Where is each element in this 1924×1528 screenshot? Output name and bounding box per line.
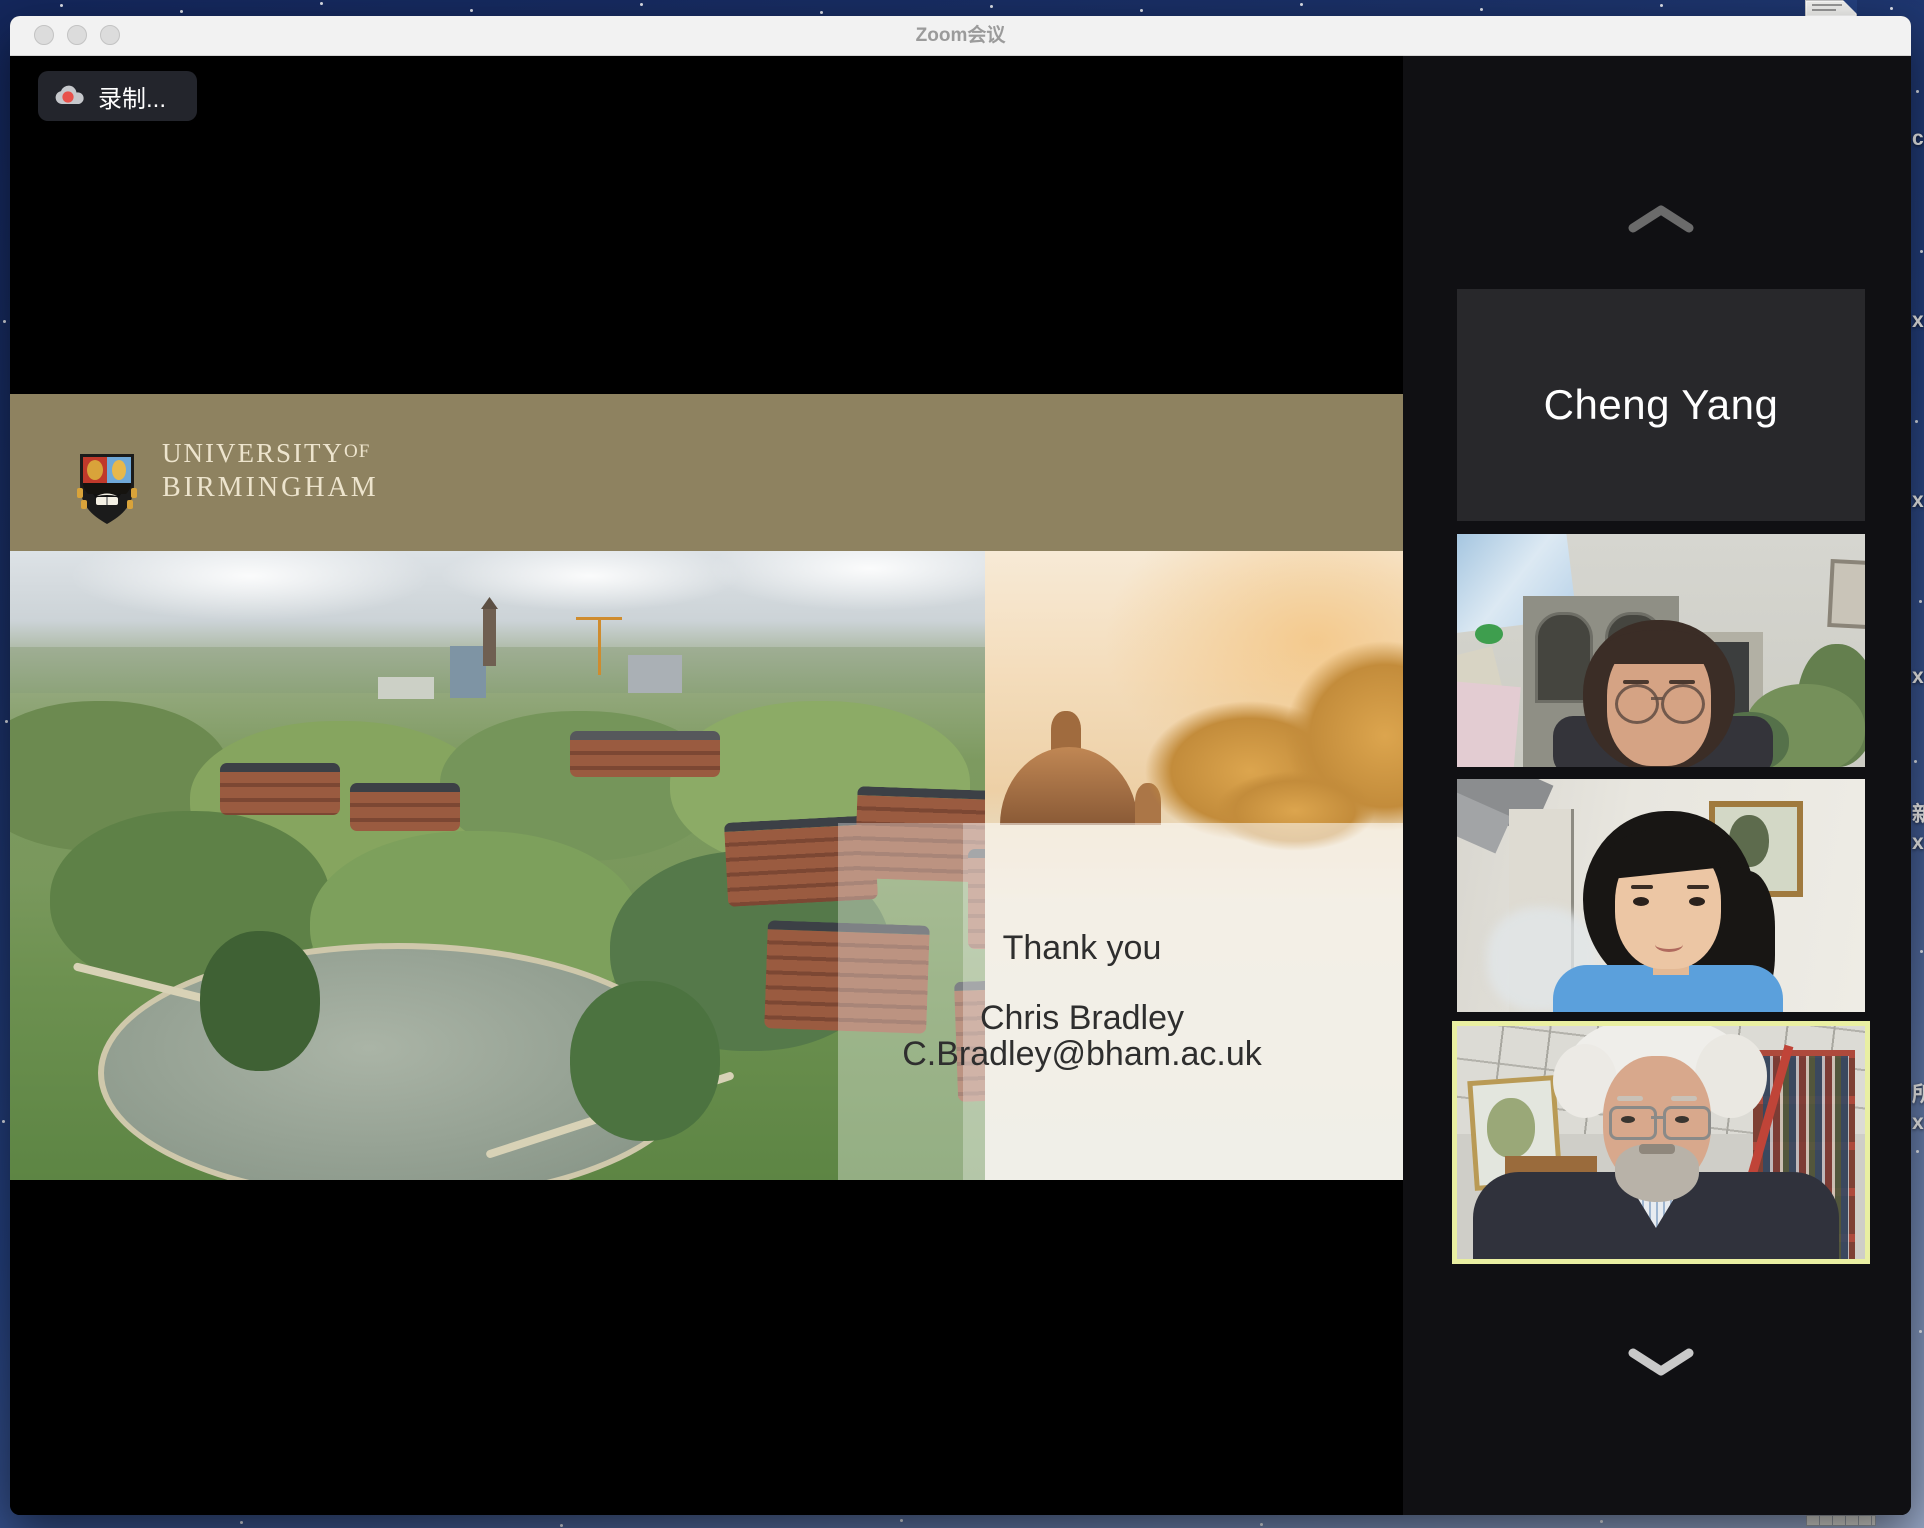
university-crest-icon [75,450,139,528]
slide-banner: UNIVERSITYOF BIRMINGHAM [10,394,1403,551]
scroll-down-button[interactable] [1626,1346,1696,1378]
participant-tile-cheng-yang[interactable]: Cheng Yang [1457,289,1865,521]
participant-video-tile[interactable] [1457,534,1865,767]
desktop-label-fragment: c [1912,128,1924,150]
desktop-label-fragment: x [1912,310,1924,332]
shared-screen-area: 录制... [10,56,1403,1515]
desktop: c x x x 新 x 所 x Zoom会议 录制... [0,0,1924,1528]
participants-panel: Cheng Yang [1403,56,1911,1515]
desktop-label-fragment: x [1912,666,1924,688]
desktop-label-fragment: x [1912,1112,1924,1134]
chevron-down-icon [1626,1346,1696,1378]
window-title: Zoom会议 [10,16,1911,55]
participant-video [1457,779,1865,1012]
campus-photo: Thank you Chris Bradley C.Bradley@bham.a… [10,551,1403,1180]
participant-video-tile[interactable] [1457,779,1865,1012]
desktop-label-fragment: 所 [1912,1084,1924,1106]
participant-name: Cheng Yang [1544,381,1779,429]
scroll-up-button[interactable] [1626,203,1696,235]
presenter-name: Chris Bradley [858,1000,1306,1036]
desktop-label-fragment: x [1912,832,1924,854]
file-icon-text-line [1812,9,1836,11]
presenter-email: C.Bradley@bham.ac.uk [858,1036,1306,1072]
background-window-fragment [1806,1515,1876,1526]
zoom-meeting-window: Zoom会议 录制... [10,16,1911,1515]
thank-you-text: Thank you [858,930,1306,966]
desktop-file-icon[interactable] [1805,0,1857,17]
recording-indicator[interactable]: 录制... [38,71,197,121]
university-wordmark: UNIVERSITYOF BIRMINGHAM [162,438,379,504]
desktop-label-fragment: x [1912,490,1924,512]
recording-cloud-icon [54,84,86,108]
file-icon-text-line [1812,4,1842,6]
window-titlebar[interactable]: Zoom会议 [10,16,1911,56]
participant-video [1457,1026,1865,1259]
desktop-label-fragment: 新 [1912,804,1924,826]
active-speaker-tile[interactable] [1452,1021,1870,1264]
recording-label: 录制... [98,79,166,114]
participant-video [1457,534,1865,767]
dome-silhouette [1000,747,1138,825]
chevron-up-icon [1626,203,1696,235]
